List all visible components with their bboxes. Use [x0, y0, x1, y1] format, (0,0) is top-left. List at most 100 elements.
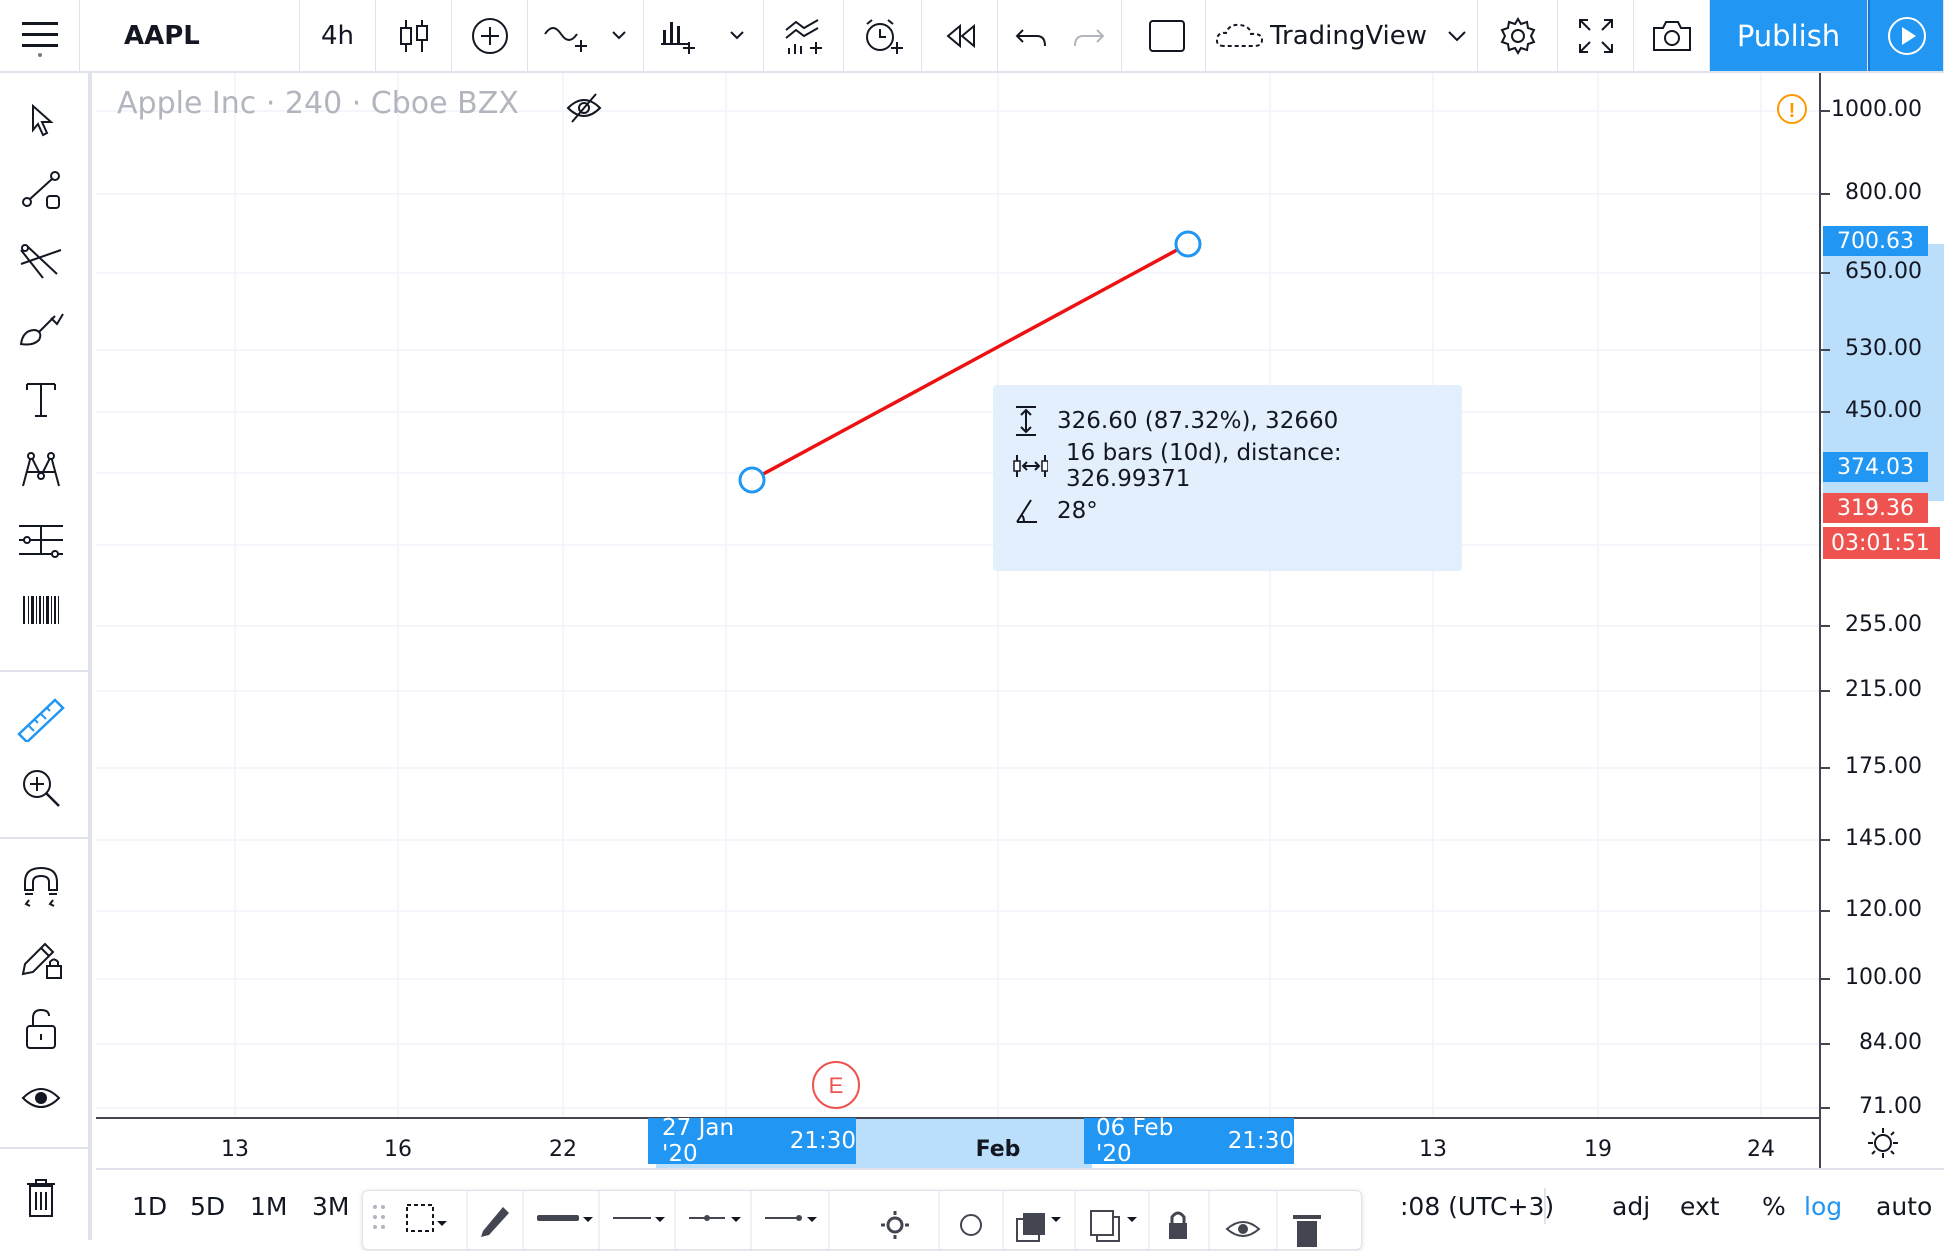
- tooltip-angle-row: 28°: [1013, 491, 1098, 531]
- price-label: 255.00: [1845, 612, 1922, 637]
- brush-tool[interactable]: [0, 299, 82, 361]
- price-tick: [1821, 910, 1830, 912]
- floating-drawing-toolbar: [362, 1190, 1362, 1251]
- range-5d[interactable]: 5D: [190, 1170, 225, 1242]
- range-1m[interactable]: 1M: [250, 1170, 287, 1242]
- icons-tool[interactable]: [0, 579, 82, 641]
- compare-button[interactable]: [452, 0, 528, 71]
- chart-legend[interactable]: Apple Inc · 240 · Cboe BZX: [117, 86, 519, 121]
- price-tick: [1821, 411, 1830, 413]
- price-tick: [1821, 272, 1830, 274]
- text-tool[interactable]: [0, 369, 82, 431]
- play-button[interactable]: [1868, 0, 1944, 71]
- zoom-tool[interactable]: [0, 757, 82, 819]
- adj-toggle[interactable]: adj: [1612, 1170, 1650, 1242]
- magnet-tool[interactable]: [0, 857, 82, 919]
- scale-settings-button[interactable]: [1819, 1118, 1944, 1168]
- chart-pane[interactable]: E !: [96, 73, 1819, 1118]
- ext-label: ext: [1680, 1191, 1720, 1221]
- hide-drawings-tool[interactable]: [0, 1067, 82, 1129]
- end-time-clock: 21:30: [1227, 1128, 1294, 1154]
- time-label: Feb: [975, 1137, 1021, 1162]
- price-scale[interactable]: 1000.00 800.00 650.00 530.00 450.00 255.00 215…: [1819, 73, 1944, 1168]
- start-time-clock: 21:30: [789, 1128, 856, 1154]
- publish-button[interactable]: Publish: [1710, 0, 1868, 71]
- undo-icon[interactable]: [1013, 16, 1053, 56]
- vertical-range-icon: [1016, 406, 1036, 436]
- measure-tool[interactable]: [0, 687, 82, 749]
- price-label: 800.00: [1845, 180, 1922, 205]
- end-handle[interactable]: [1174, 230, 1202, 258]
- tooltip-price-row: 326.60 (87.32%), 32660: [1013, 401, 1338, 441]
- price-label: 650.00: [1845, 259, 1922, 284]
- toolbar-divider: [0, 670, 92, 672]
- countdown-value: 03:01:51: [1831, 530, 1930, 556]
- templates-button[interactable]: [644, 0, 764, 71]
- time-scale[interactable]: 13 16 22 Feb 13 19 24: [96, 1117, 1819, 1169]
- price-label: 215.00: [1845, 677, 1922, 702]
- eye-hidden-icon[interactable]: [564, 90, 604, 126]
- menu-button[interactable]: [0, 0, 80, 71]
- interval-button[interactable]: 4h: [300, 0, 376, 71]
- indicators-button[interactable]: [528, 0, 644, 71]
- time-label: 16: [384, 1137, 412, 1162]
- pattern-tool[interactable]: [0, 439, 82, 501]
- prediction-tool[interactable]: [0, 509, 82, 571]
- text-t-icon: [26, 383, 56, 417]
- fib-tool[interactable]: [0, 229, 82, 291]
- price-label: 450.00: [1845, 398, 1922, 423]
- toolbar-divider: [0, 837, 92, 839]
- timezone-label: :08 (UTC+3): [1400, 1191, 1555, 1221]
- publish-label: Publish: [1736, 18, 1841, 53]
- fullscreen-button[interactable]: [1558, 0, 1634, 71]
- redo-icon[interactable]: [1067, 16, 1107, 56]
- trend-line-icon: [22, 171, 60, 209]
- settings-button[interactable]: [1478, 0, 1558, 71]
- start-handle[interactable]: [738, 466, 766, 494]
- range-1d[interactable]: 1D: [132, 1170, 167, 1242]
- start-price-value: 374.03: [1837, 454, 1914, 480]
- lock-drawings-tool[interactable]: [0, 997, 82, 1059]
- log-toggle[interactable]: log: [1804, 1170, 1842, 1242]
- percent-toggle[interactable]: %: [1762, 1170, 1786, 1242]
- bar-chart-add-icon: [660, 21, 744, 54]
- price-tick: [1821, 625, 1830, 627]
- plus-circle-icon: [471, 17, 508, 54]
- snapshot-button[interactable]: [1634, 0, 1710, 71]
- price-tick: [1821, 1043, 1830, 1045]
- timezone-button[interactable]: :08 (UTC+3): [1400, 1170, 1554, 1242]
- symbol-search[interactable]: AAPL: [80, 0, 300, 71]
- time-label: 13: [221, 1137, 249, 1162]
- bottom-toolbar: 1D 5D 1M 3M:08 (UTC+3) adj ext % log au…: [96, 1168, 1944, 1251]
- top-toolbar: AAPL 4h TradingView Publish: [0, 0, 1944, 73]
- remove-drawings-tool[interactable]: [0, 1167, 82, 1229]
- chart-type-button[interactable]: [376, 0, 452, 71]
- legend-title: Apple Inc · 240 · Cboe BZX: [117, 86, 519, 121]
- range-3m[interactable]: 3M: [312, 1170, 349, 1242]
- strategy-button[interactable]: [764, 0, 844, 71]
- price-label: 71.00: [1859, 1094, 1922, 1119]
- drawing-toolbar: [0, 73, 92, 1240]
- tooltip-angle: 28°: [1057, 498, 1098, 524]
- price-tick: [1821, 978, 1830, 980]
- replay-button[interactable]: [922, 0, 998, 71]
- last-price-badge: 319.36: [1823, 493, 1928, 523]
- price-label: 530.00: [1845, 336, 1922, 361]
- ext-toggle[interactable]: ext: [1680, 1170, 1720, 1242]
- auto-toggle[interactable]: auto: [1876, 1170, 1932, 1242]
- undo-redo-group: [998, 0, 1122, 71]
- pitchfork-icon: [20, 244, 62, 279]
- ruler-icon: [17, 698, 65, 742]
- trend-line-tool[interactable]: [0, 159, 82, 221]
- cursor-tool[interactable]: [0, 89, 82, 151]
- tooltip-bars-row: 16 bars (10d), distance: 326.99371: [1013, 440, 1462, 492]
- stay-in-drawing-mode-tool[interactable]: [0, 927, 82, 989]
- log-label: log: [1804, 1191, 1843, 1221]
- layout-button[interactable]: [1128, 0, 1206, 71]
- cloud-icon: [1215, 23, 1263, 47]
- layout-name-button[interactable]: TradingView: [1206, 0, 1478, 71]
- measure-tooltip: 326.60 (87.32%), 32660 16 bars (10d), di…: [993, 385, 1462, 571]
- price-tick: [1821, 690, 1830, 692]
- interval-label: 4h: [320, 20, 355, 51]
- alert-button[interactable]: [844, 0, 922, 71]
